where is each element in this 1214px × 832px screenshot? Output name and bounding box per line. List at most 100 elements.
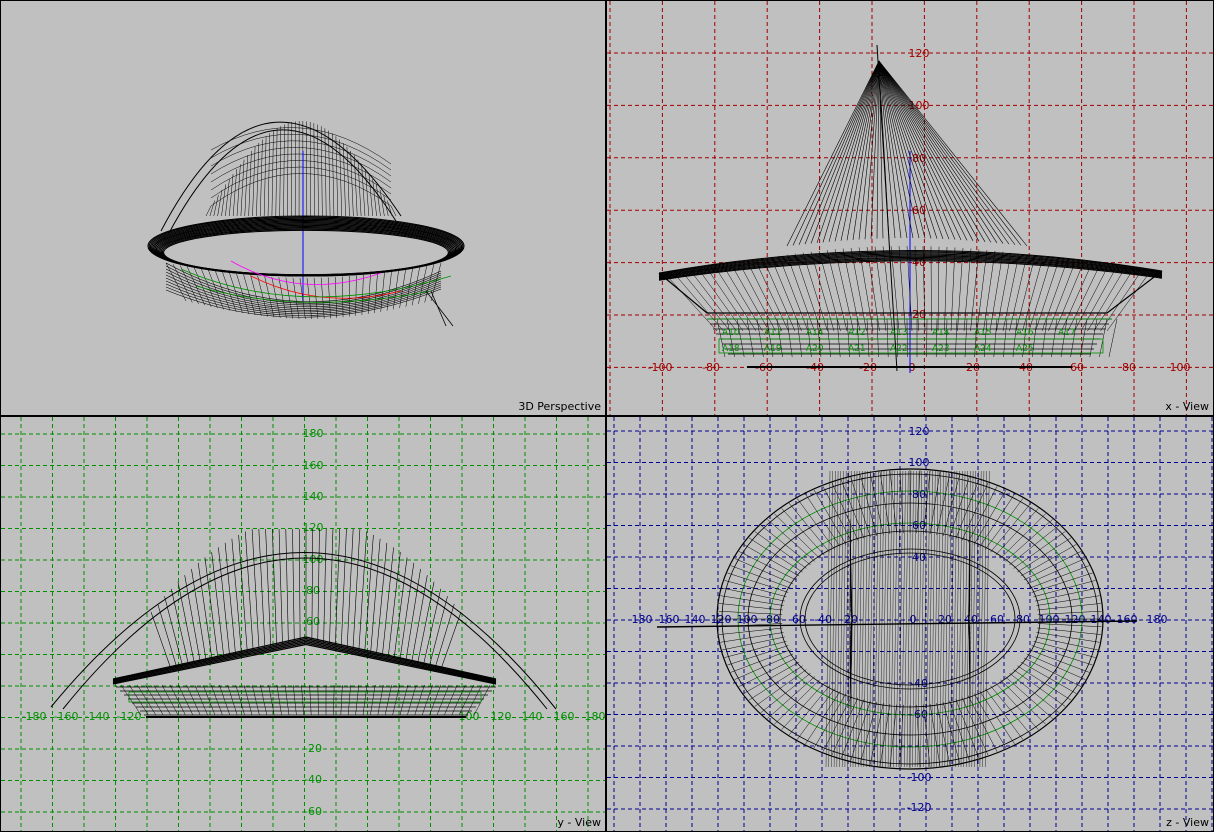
- tick-label: -40: [304, 773, 322, 786]
- structure-member: [218, 547, 230, 656]
- structure-member: [229, 174, 234, 217]
- structure-member: [1080, 269, 1116, 332]
- structure-member: [756, 318, 764, 358]
- structure-member: [786, 60, 880, 247]
- x-view-viewport[interactable]: -100-80-60-40-20020406080100120100806040…: [606, 0, 1214, 416]
- structure-member: [1106, 275, 1148, 332]
- structure-member: [995, 682, 1039, 730]
- perspective-canvas[interactable]: [1, 1, 606, 416]
- structure-member: [213, 195, 219, 217]
- structure-member: [323, 528, 327, 643]
- structure-member: [730, 263, 770, 332]
- structure-member: [292, 277, 300, 319]
- perspective-viewport[interactable]: 3D Perspective: [0, 0, 606, 416]
- member-label: A14: [932, 328, 950, 338]
- tick-label: 100: [909, 456, 930, 469]
- z-view-viewport[interactable]: -180-160-140-120-100-80-60-40-2002040608…: [606, 416, 1214, 832]
- y-view-viewport[interactable]: -180 -160 -140 -120 100 120 140 160 180 180 160 140…: [0, 416, 606, 832]
- structure-member: [1060, 318, 1068, 358]
- structure-member: [309, 684, 312, 716]
- structure-member: [209, 200, 215, 217]
- structure-member: [333, 684, 335, 716]
- sail-mesh: [210, 166, 392, 201]
- member-label: A18: [722, 344, 740, 354]
- member-label: A20: [806, 344, 824, 354]
- structure-member: [682, 272, 731, 332]
- structure-ring: [163, 229, 449, 276]
- tick-label: 140: [522, 710, 543, 723]
- tick-label: -120: [907, 801, 932, 814]
- structure-member: [278, 528, 283, 645]
- structure-member: [169, 684, 186, 716]
- structure-member: [840, 699, 865, 759]
- structure-member: [1017, 537, 1072, 573]
- structure-member: [384, 684, 392, 716]
- structure-member: [331, 133, 335, 217]
- tick-label: 80: [1016, 613, 1030, 626]
- member-label: A25: [1016, 344, 1034, 354]
- structure-member: [840, 60, 880, 241]
- structure-member: [252, 146, 256, 217]
- structure-member: [256, 143, 260, 217]
- structure-member: [291, 122, 293, 217]
- structure-member: [955, 318, 958, 358]
- z-view-canvas[interactable]: -180-160-140-120-100-80-60-40-2002040608…: [607, 417, 1214, 832]
- structure-member: [1041, 260, 1068, 332]
- member-label: A23: [932, 344, 950, 354]
- structure-member: [407, 684, 417, 716]
- tick-label: 120: [491, 710, 512, 723]
- structure-member: [352, 528, 361, 650]
- structure-member: [1070, 318, 1078, 358]
- structure-member: [346, 528, 354, 649]
- structure-member: [937, 246, 940, 332]
- structure-member: [720, 595, 784, 606]
- tick-label: -160: [655, 613, 680, 626]
- structure-member: [178, 684, 194, 716]
- x-view-member-labels: A10 A12 A14 A12 A13 A14 A15 A16 A17 A18 A19 A20 A21 A…: [722, 328, 1076, 354]
- structure-member: [265, 528, 272, 647]
- structure-member: [227, 684, 238, 716]
- structure-member: [276, 684, 282, 716]
- structure-member: [161, 684, 179, 716]
- structure-member: [376, 184, 381, 217]
- structure-member: [340, 684, 343, 716]
- structure-member: [781, 508, 825, 556]
- member-label: A14: [806, 328, 824, 338]
- structure-member: [1036, 632, 1100, 643]
- structure-member: [866, 318, 870, 358]
- structure-member: [1037, 603, 1101, 611]
- structure-member: [748, 537, 803, 573]
- structure-member: [301, 684, 305, 716]
- structure-member: [217, 189, 223, 217]
- structure-member: [1067, 266, 1100, 332]
- structure-member: [399, 684, 409, 716]
- structure-member: [1036, 595, 1100, 606]
- structure-member: [1054, 263, 1084, 332]
- structure-member: [362, 684, 368, 716]
- tick-label: -140: [681, 613, 706, 626]
- structure-member: [1089, 318, 1098, 358]
- x-view-canvas[interactable]: -100-80-60-40-20020406080100120100806040…: [607, 1, 1214, 416]
- structure-member: [346, 146, 350, 217]
- structure-member: [706, 268, 750, 332]
- structure-member: [813, 693, 847, 749]
- tick-label: 80: [1122, 361, 1136, 374]
- structure-member: [781, 682, 825, 730]
- structure-member: [186, 684, 201, 716]
- structure-member: [191, 568, 207, 662]
- structure-member: [287, 123, 289, 217]
- member-label: A15: [974, 328, 992, 338]
- structure-member: [236, 164, 241, 217]
- structure-member: [153, 684, 171, 716]
- structure-member: [979, 690, 1015, 745]
- tick-label: -80: [702, 361, 720, 374]
- tick-label: 160: [1117, 613, 1138, 626]
- structure-member: [423, 588, 442, 666]
- member-label: A21: [848, 344, 866, 354]
- structure-member: [377, 684, 384, 716]
- structure-member: [324, 128, 327, 217]
- structure-member: [1000, 679, 1046, 725]
- structure-member: [762, 258, 796, 332]
- structure-member: [355, 684, 360, 716]
- y-view-canvas[interactable]: -180 -160 -140 -120 100 120 140 160 180 180 160 140…: [1, 417, 606, 832]
